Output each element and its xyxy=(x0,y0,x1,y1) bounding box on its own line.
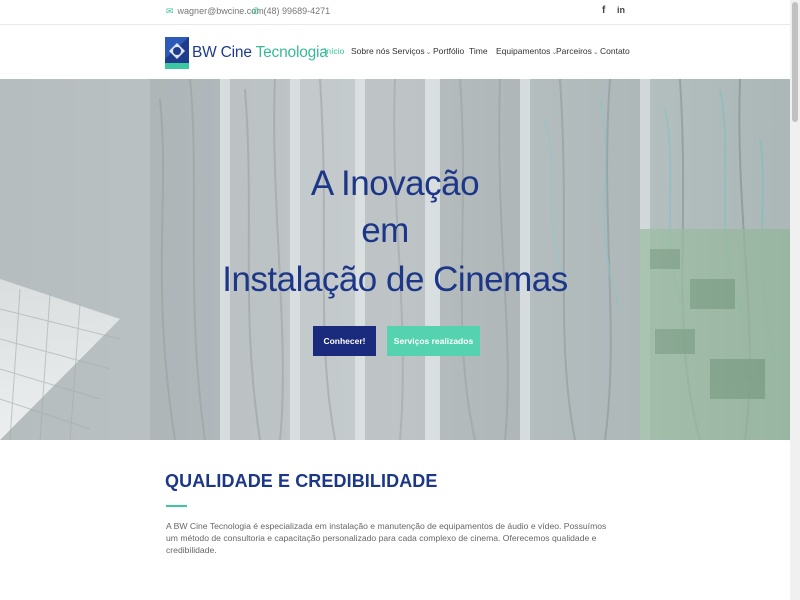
hero-title-line-1: A Inovação xyxy=(310,164,480,203)
email-contact[interactable]: ✉ wagner@bwcine.com xyxy=(166,6,264,16)
chevron-down-icon: ⌄ xyxy=(592,49,599,56)
nav-item-inicio[interactable]: Início xyxy=(324,46,344,56)
nav-item-time[interactable]: Time xyxy=(469,46,488,56)
envelope-icon: ✉ xyxy=(166,5,174,16)
facebook-icon[interactable]: f xyxy=(602,5,605,16)
scrollbar-thumb[interactable] xyxy=(792,2,798,122)
conhecer-button[interactable]: Conhecer! xyxy=(313,326,376,356)
hero-title-line-2: em xyxy=(361,211,409,250)
nav-item-equipamentos-label: Equipamentos xyxy=(496,46,551,56)
chevron-down-icon: ⌄ xyxy=(425,49,432,56)
page-scrollbar[interactable] xyxy=(790,0,800,600)
nav-item-contato[interactable]: Contato xyxy=(600,46,630,56)
nav-item-equipamentos[interactable]: Equipamentos⌄ xyxy=(496,46,557,56)
top-bar: ✉ wagner@bwcine.com ✆ (48) 99689-4271 f … xyxy=(0,0,800,25)
nav-item-servicos[interactable]: Serviços⌄ xyxy=(392,46,431,56)
nav-item-parceiros-label: Parceiros xyxy=(556,46,592,56)
nav-item-portfolio[interactable]: Portfólio xyxy=(433,46,464,56)
hero-banner: A Inovação em Instalação de Cinemas Conh… xyxy=(0,79,790,440)
phone-contact[interactable]: ✆ (48) 99689-4271 xyxy=(252,6,330,16)
nav-item-servicos-label: Serviços xyxy=(392,46,425,56)
site-header: BW Cine Tecnologia Início Sobre nós Serv… xyxy=(0,25,800,79)
email-text[interactable]: wagner@bwcine.com xyxy=(178,6,264,16)
section-divider xyxy=(166,505,187,507)
section-title: QUALIDADE E CREDIBILIDADE xyxy=(165,471,438,491)
phone-text[interactable]: (48) 99689-4271 xyxy=(264,6,331,16)
section-text: A BW Cine Tecnologia é especializada em … xyxy=(166,521,607,555)
phone-icon: ✆ xyxy=(252,5,260,16)
servicos-realizados-button[interactable]: Serviços realizados xyxy=(387,326,480,356)
nav-item-sobre-nos[interactable]: Sobre nós xyxy=(351,46,390,56)
main-nav: Início Sobre nós Serviços⌄ Portfólio Tim… xyxy=(0,46,800,60)
linkedin-icon[interactable]: in xyxy=(617,5,625,15)
hero-title-line-3: Instalação de Cinemas xyxy=(222,260,568,299)
nav-item-parceiros[interactable]: Parceiros⌄ xyxy=(556,46,599,56)
